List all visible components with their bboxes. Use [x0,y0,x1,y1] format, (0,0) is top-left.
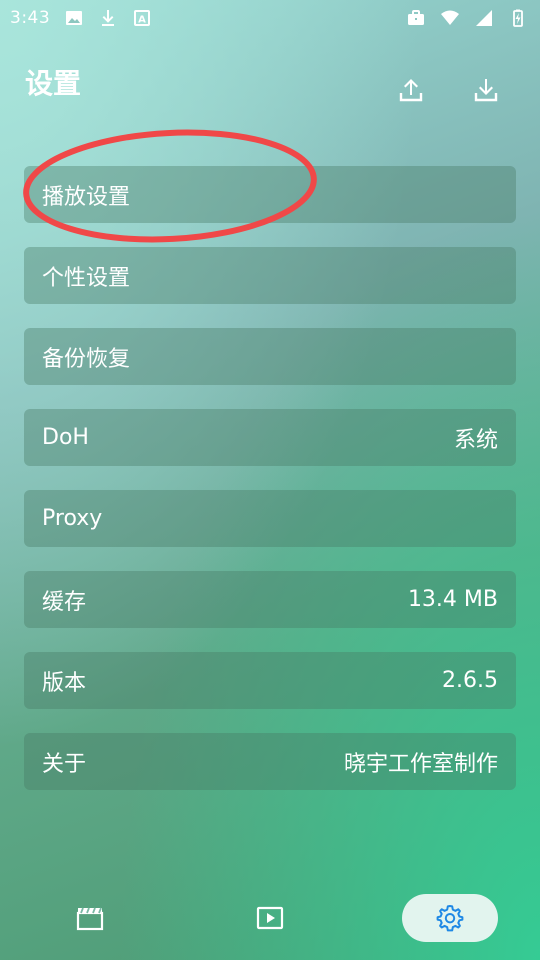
setting-about[interactable]: 关于 晓宇工作室制作 [24,733,516,790]
status-bar: 3:43 A [0,0,540,36]
nav-settings[interactable] [402,894,498,942]
download-button[interactable] [468,72,504,108]
settings-list: 播放设置 个性设置 备份恢复 DoH 系统 Proxy 缓存 13.4 MB 版… [24,166,516,814]
wifi-icon [440,8,460,28]
setting-backup-restore[interactable]: 备份恢复 [24,328,516,385]
upload-button[interactable] [393,72,429,108]
download-icon [98,8,118,28]
signal-icon [474,8,494,28]
setting-value: 晓宇工作室制作 [343,751,498,777]
download-icon [474,79,498,102]
setting-doh[interactable]: DoH 系统 [24,409,516,466]
setting-value: 系统 [453,427,498,453]
setting-value: 13.4 MB [407,587,498,612]
setting-label: 版本 [42,670,87,696]
play-icon [256,906,284,930]
text-a-icon: A [132,8,152,28]
upload-icon [399,79,423,102]
setting-version[interactable]: 版本 2.6.5 [24,652,516,709]
battery-charging-icon [508,8,528,28]
setting-label: 播放设置 [42,184,131,210]
setting-value: 2.6.5 [442,668,498,693]
nav-player[interactable] [222,894,318,942]
setting-label: 备份恢复 [42,346,131,372]
clapperboard-icon [76,907,104,931]
setting-playback[interactable]: 播放设置 [24,166,516,223]
status-left: 3:43 A [10,8,152,28]
briefcase-icon [406,8,426,28]
setting-label: 关于 [42,751,87,777]
setting-label: 缓存 [42,589,87,615]
setting-cache[interactable]: 缓存 13.4 MB [24,571,516,628]
setting-label: 个性设置 [42,265,131,291]
status-right [406,8,528,28]
status-time: 3:43 [10,8,51,28]
gear-icon [436,905,464,932]
image-icon [64,8,84,28]
bottom-nav [0,880,540,956]
svg-text:A: A [138,15,146,26]
page-title: 设置 [25,67,82,100]
setting-label: DoH [42,425,89,450]
nav-videos[interactable] [42,894,138,942]
setting-proxy[interactable]: Proxy [24,490,516,547]
setting-label: Proxy [42,506,103,531]
setting-personalization[interactable]: 个性设置 [24,247,516,304]
